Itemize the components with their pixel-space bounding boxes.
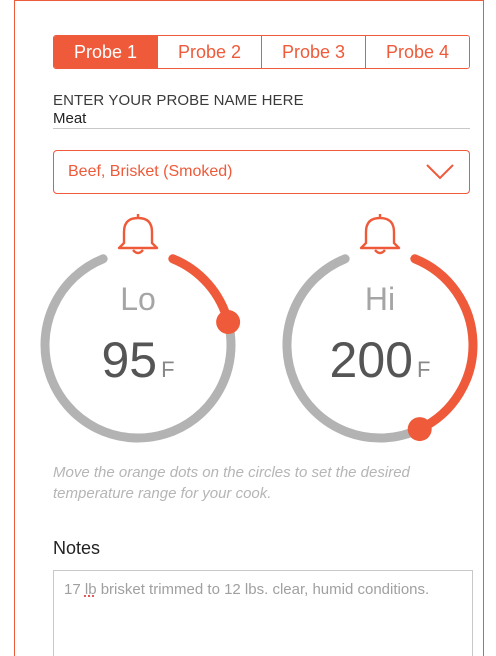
tab-probe-4[interactable]: Probe 4 <box>366 36 469 68</box>
tab-probe-3[interactable]: Probe 3 <box>262 36 366 68</box>
tab-probe-2[interactable]: Probe 2 <box>158 36 262 68</box>
probe-name-input[interactable] <box>53 109 470 129</box>
tab-probe-1[interactable]: Probe 1 <box>54 36 158 68</box>
notes-textarea[interactable]: 17 lb brisket trimmed to 12 lbs. clear, … <box>53 570 473 656</box>
probe-name-label: ENTER YOUR PROBE NAME HERE <box>53 92 304 109</box>
probe-tabs: Probe 1 Probe 2 Probe 3 Probe 4 <box>53 35 470 69</box>
lo-dial-graphic <box>40 214 241 443</box>
notes-misspelled-word: lb <box>84 581 97 598</box>
notes-text-end: brisket trimmed to 12 lbs. clear, humid … <box>96 581 430 598</box>
hi-dial-handle[interactable] <box>407 417 432 442</box>
lo-value: 95 F <box>38 331 238 389</box>
lo-value-number: 95 <box>101 332 158 388</box>
hi-value-number: 200 <box>329 332 413 388</box>
hi-dial-graphic <box>282 214 478 443</box>
bell-icon <box>117 214 159 255</box>
hi-value: 200 F <box>280 331 480 389</box>
hi-temperature-dial: Hi 200 F <box>280 205 480 450</box>
lo-temperature-dial: Lo 95 F <box>38 205 241 450</box>
dial-instructions: Move the orange dots on the circles to s… <box>53 464 410 502</box>
lo-value-unit: F <box>161 357 175 382</box>
notes-text-start: 17 <box>64 581 85 598</box>
chevron-down-icon <box>426 164 454 180</box>
meat-type-value: Beef, Brisket (Smoked) <box>68 163 233 180</box>
notes-label: Notes <box>53 538 101 558</box>
lo-label: Lo <box>120 281 156 317</box>
bell-icon <box>359 214 401 255</box>
meat-type-dropdown[interactable]: Beef, Brisket (Smoked) <box>53 150 470 194</box>
hi-value-unit: F <box>416 357 431 382</box>
hi-label: Hi <box>364 281 396 317</box>
